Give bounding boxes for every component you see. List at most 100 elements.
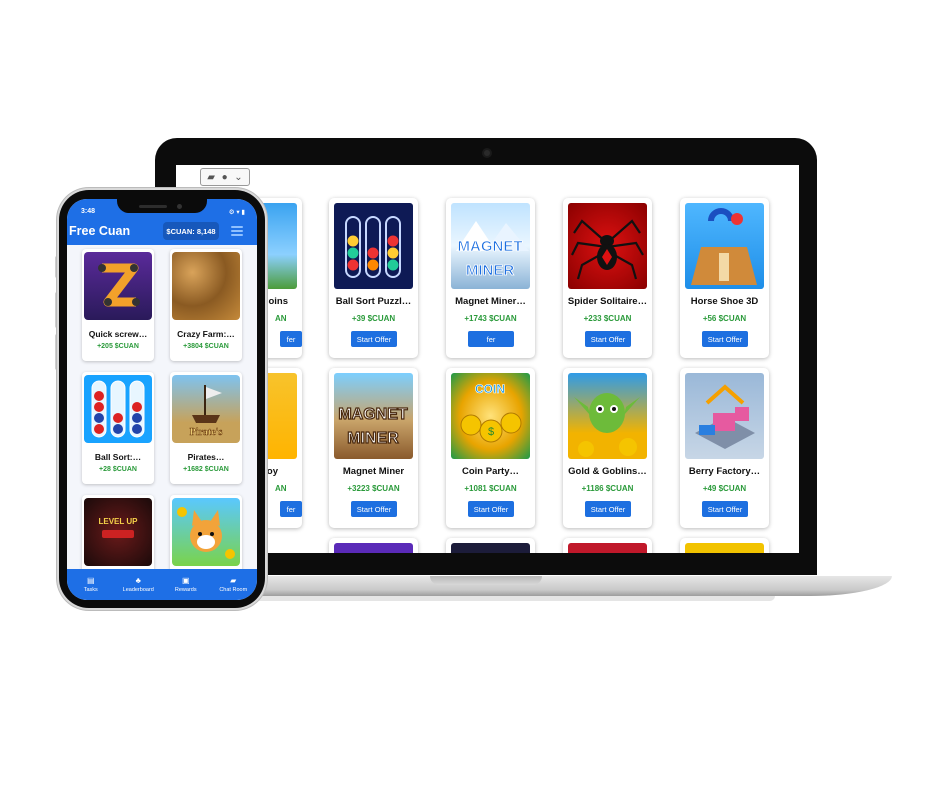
offer-card[interactable]: Horse Shoe 3D +56 $CUAN Start Offer xyxy=(680,198,769,358)
start-offer-button[interactable]: Start Offer xyxy=(468,501,514,517)
coin-party-thumbnail: COIN $ xyxy=(451,373,530,459)
gift-icon: ▣ xyxy=(181,576,190,585)
balance-badge[interactable]: $CUAN: 8,148 xyxy=(163,222,219,240)
offer-card[interactable] xyxy=(680,538,769,553)
nav-rewards[interactable]: ▣ Rewards xyxy=(162,569,210,600)
offer-reward: +28 $CUAN xyxy=(99,466,137,473)
start-offer-button[interactable]: Start Offer xyxy=(702,501,748,517)
start-offer-button[interactable]: Start Offer xyxy=(585,501,631,517)
start-offer-button[interactable]: fer xyxy=(468,331,514,347)
ball-sort-thumbnail xyxy=(84,375,152,443)
offer-reward: +1186 $CUAN xyxy=(581,484,634,493)
laptop-screen: ▰ ● ⌄ ls Coins AN fer Ball Sort Puzzl… +… xyxy=(176,165,799,553)
start-offer-button[interactable]: fer xyxy=(280,331,302,347)
nav-label: Tasks xyxy=(83,587,98,593)
start-offer-button[interactable]: Start Offer xyxy=(351,501,397,517)
svg-text:MAGNET: MAGNET xyxy=(338,406,408,423)
nav-label: Leaderboard xyxy=(122,587,154,593)
offer-card[interactable]: Quick screw… +205 $CUAN xyxy=(82,249,154,361)
ball-sort-thumbnail xyxy=(334,203,413,289)
offer-title: Magnet Miner… xyxy=(455,296,526,307)
svg-text:MAGNET: MAGNET xyxy=(458,238,523,255)
offer-card[interactable]: COIN $ Coin Party… +1081 $CUAN Start Off… xyxy=(446,368,535,528)
offer-title: Magnet Miner xyxy=(342,466,405,477)
start-offer-button[interactable]: Start Offer xyxy=(702,331,748,347)
offer-card[interactable]: MAGNET MINER Magnet Miner… +1743 $CUAN f… xyxy=(446,198,535,358)
offer-reward: +1081 $CUAN xyxy=(464,484,517,493)
svg-text:COIN: COIN xyxy=(475,382,505,396)
offer-card[interactable]: Crazy Farm:… +3804 $CUAN xyxy=(170,249,242,361)
start-offer-button[interactable]: Start Offer xyxy=(585,331,631,347)
offer-title: Crazy Farm:… xyxy=(177,329,235,339)
nav-tasks[interactable]: ▤ Tasks xyxy=(67,569,115,600)
app-header: Free Cuan $CUAN: 8,148 xyxy=(67,217,257,245)
game-thumbnail xyxy=(568,543,647,553)
nav-label: Rewards xyxy=(174,587,197,593)
magnet-miner-winter-thumbnail: MAGNET MINER xyxy=(451,203,530,289)
phone-notch xyxy=(117,199,207,213)
offer-reward: +39 $CUAN xyxy=(351,314,396,323)
offer-title: Ball Sort Puzzl… xyxy=(335,296,412,307)
offer-reward: +3223 $CUAN xyxy=(347,484,400,493)
magnet-miner-thumbnail: MAGNET MINER xyxy=(334,373,413,459)
offer-card[interactable]: Berry Factory… +49 $CUAN Start Offer xyxy=(680,368,769,528)
offer-reward: +3804 $CUAN xyxy=(183,343,229,350)
offer-card[interactable] xyxy=(563,538,652,553)
svg-text:$: $ xyxy=(488,426,494,438)
horse-shoe-thumbnail xyxy=(685,203,764,289)
offer-title: Spider Solitaire… xyxy=(567,296,648,307)
start-offer-button[interactable]: fer xyxy=(280,501,302,517)
offer-reward: +205 $CUAN xyxy=(97,343,139,350)
svg-text:MINER: MINER xyxy=(466,262,515,279)
laptop-camera xyxy=(484,150,490,156)
berry-factory-thumbnail xyxy=(685,373,764,459)
offer-title: Gold & Goblins… xyxy=(568,466,647,477)
shiba-game-thumbnail xyxy=(172,498,240,566)
offer-reward: +233 $CUAN xyxy=(583,314,632,323)
offer-title: Coin Party… xyxy=(461,466,519,477)
offer-title: Ball Sort:… xyxy=(94,452,142,462)
offer-card[interactable] xyxy=(446,538,535,553)
quick-screw-thumbnail xyxy=(84,252,152,320)
level-up-thumbnail: LEVEL UP xyxy=(84,498,152,566)
offer-card[interactable]: Gold & Goblins… +1186 $CUAN Start Offer xyxy=(563,368,652,528)
start-offer-button[interactable]: Start Offer xyxy=(351,331,397,347)
bottom-nav: ▤ Tasks ♣ Leaderboard ▣ Rewards ▰ Chat R… xyxy=(67,569,257,600)
crazy-farm-thumbnail xyxy=(172,252,240,320)
nav-chat-room[interactable]: ▰ Chat Room xyxy=(210,569,258,600)
leaderboard-icon: ♣ xyxy=(135,576,141,585)
hamburger-menu-icon[interactable] xyxy=(231,226,243,236)
platform-select[interactable]: ▰ ● ⌄ xyxy=(200,168,250,186)
offer-card[interactable]: Spider Solitaire… +233 $CUAN Start Offer xyxy=(563,198,652,358)
offer-reward: +56 $CUAN xyxy=(702,314,747,323)
nav-leaderboard[interactable]: ♣ Leaderboard xyxy=(115,569,163,600)
apple-icon: ● xyxy=(221,171,228,183)
offer-title: Pirates… xyxy=(187,452,225,462)
svg-text:Pirate's: Pirate's xyxy=(190,427,223,438)
offer-title: Berry Factory… xyxy=(688,466,761,477)
laptop-shadow xyxy=(245,596,775,601)
offer-reward: +1743 $CUAN xyxy=(464,314,517,323)
offer-card[interactable]: Pirate's Pirates… +1682 $CUAN xyxy=(170,372,242,484)
game-thumbnail xyxy=(685,543,764,553)
spider-solitaire-thumbnail xyxy=(568,203,647,289)
android-icon: ▰ xyxy=(207,171,215,183)
svg-text:MINER: MINER xyxy=(347,430,399,447)
svg-text:LEVEL UP: LEVEL UP xyxy=(99,517,139,526)
game-thumbnail xyxy=(334,543,413,553)
offer-card[interactable]: Ball Sort Puzzl… +39 $CUAN Start Offer xyxy=(329,198,418,358)
game-thumbnail xyxy=(451,543,530,553)
offer-title: Horse Shoe 3D xyxy=(690,296,759,307)
chat-icon: ▰ xyxy=(230,576,237,585)
front-camera xyxy=(177,204,182,209)
chevron-down-icon: ⌄ xyxy=(234,171,243,183)
status-time: 3:48 xyxy=(81,208,96,215)
offer-card[interactable]: MAGNET MINER Magnet Miner +3223 $CUAN St… xyxy=(329,368,418,528)
speaker xyxy=(139,205,167,208)
app-title: Free Cuan xyxy=(69,224,131,238)
offer-card[interactable] xyxy=(329,538,418,553)
offer-card[interactable]: Ball Sort:… +28 $CUAN xyxy=(82,372,154,484)
offer-reward: +49 $CUAN xyxy=(702,484,747,493)
laptop-notch xyxy=(430,576,542,585)
phone-screen: 3:48 ⚙ ▾ ▮ Free Cuan $CUAN: 8,148 Quick … xyxy=(67,199,257,600)
